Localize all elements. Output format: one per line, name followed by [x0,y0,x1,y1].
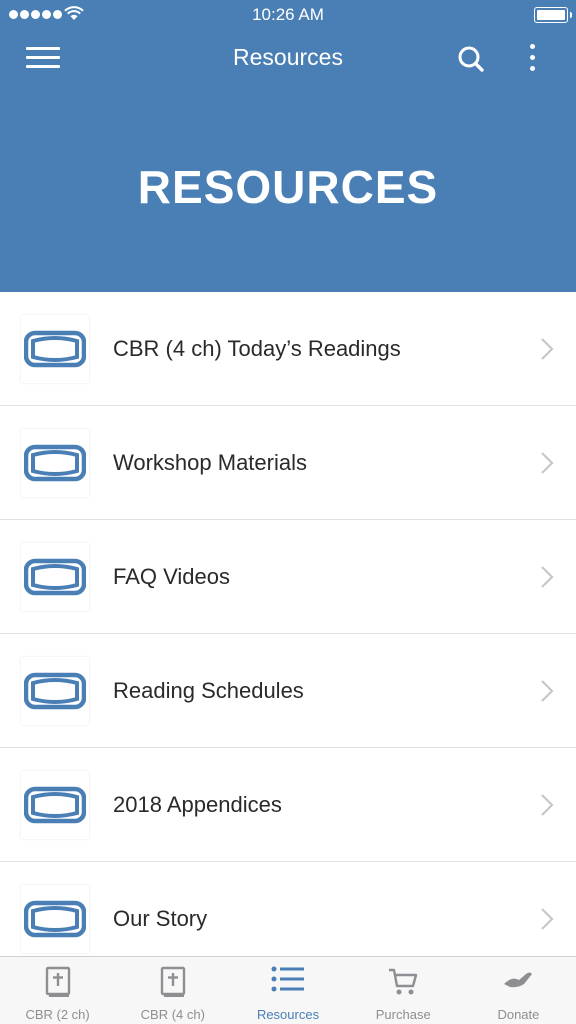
list-item-label: CBR (4 ch) Today’s Readings [113,336,401,361]
list-item-label: 2018 Appendices [113,792,282,817]
chevron-right-icon [541,794,554,816]
status-time: 10:26 AM [252,5,324,24]
tab-cbr-4-ch[interactable]: CBR (4 ch) [115,957,230,1024]
search-icon[interactable] [456,44,486,74]
book-icon [21,543,89,611]
tab-label: Donate [497,1007,540,1022]
battery-icon [534,7,572,23]
tab-cbr-2-ch[interactable]: CBR (2 ch) [0,957,115,1024]
chevron-right-icon [541,908,554,930]
list-item-label: Our Story [113,906,208,931]
list-item-label: Workshop Materials [113,450,307,475]
list-item[interactable]: Reading Schedules [0,634,576,748]
status-bar: 10:26 AM [0,0,576,30]
book-icon [21,315,89,383]
donate-hand-icon [504,972,533,988]
chevron-right-icon [541,566,554,588]
hero-title: RESOURCES [137,161,439,213]
cart-icon [389,968,418,995]
bible-icon [45,966,70,997]
list-item-label: FAQ Videos [113,564,230,589]
chevron-right-icon [541,338,554,360]
bible-icon [160,966,185,997]
resources-list: CBR (4 ch) Today’s Readings Workshop Mat… [0,292,576,956]
list-icon [271,966,304,992]
tab-bar: CBR (2 ch) CBR (4 ch) Resources Purchase Don… [0,956,576,1024]
book-icon [21,771,89,839]
list-item[interactable]: Workshop Materials [0,406,576,520]
book-icon [21,657,89,725]
tab-purchase[interactable]: Purchase [346,957,461,1024]
navigation-bar: Resources [0,30,576,88]
tab-label: Purchase [375,1007,431,1022]
tab-label: CBR (4 ch) [140,1007,205,1022]
list-item-label: Reading Schedules [113,678,304,703]
list-item[interactable]: CBR (4 ch) Today’s Readings [0,292,576,406]
list-item[interactable]: FAQ Videos [0,520,576,634]
tab-label: CBR (2 ch) [25,1007,90,1022]
list-item[interactable]: 2018 Appendices [0,748,576,862]
chevron-right-icon [541,680,554,702]
tab-label: Resources [256,1007,320,1022]
tab-resources[interactable]: Resources [230,957,345,1024]
tab-donate[interactable]: Donate [461,957,576,1024]
list-item[interactable]: Our Story [0,862,576,956]
book-icon [21,885,89,953]
more-vertical-icon[interactable] [524,44,540,74]
chevron-right-icon [541,452,554,474]
nav-title: Resources [233,44,343,70]
book-icon [21,429,89,497]
hero-banner: RESOURCES [0,88,576,292]
